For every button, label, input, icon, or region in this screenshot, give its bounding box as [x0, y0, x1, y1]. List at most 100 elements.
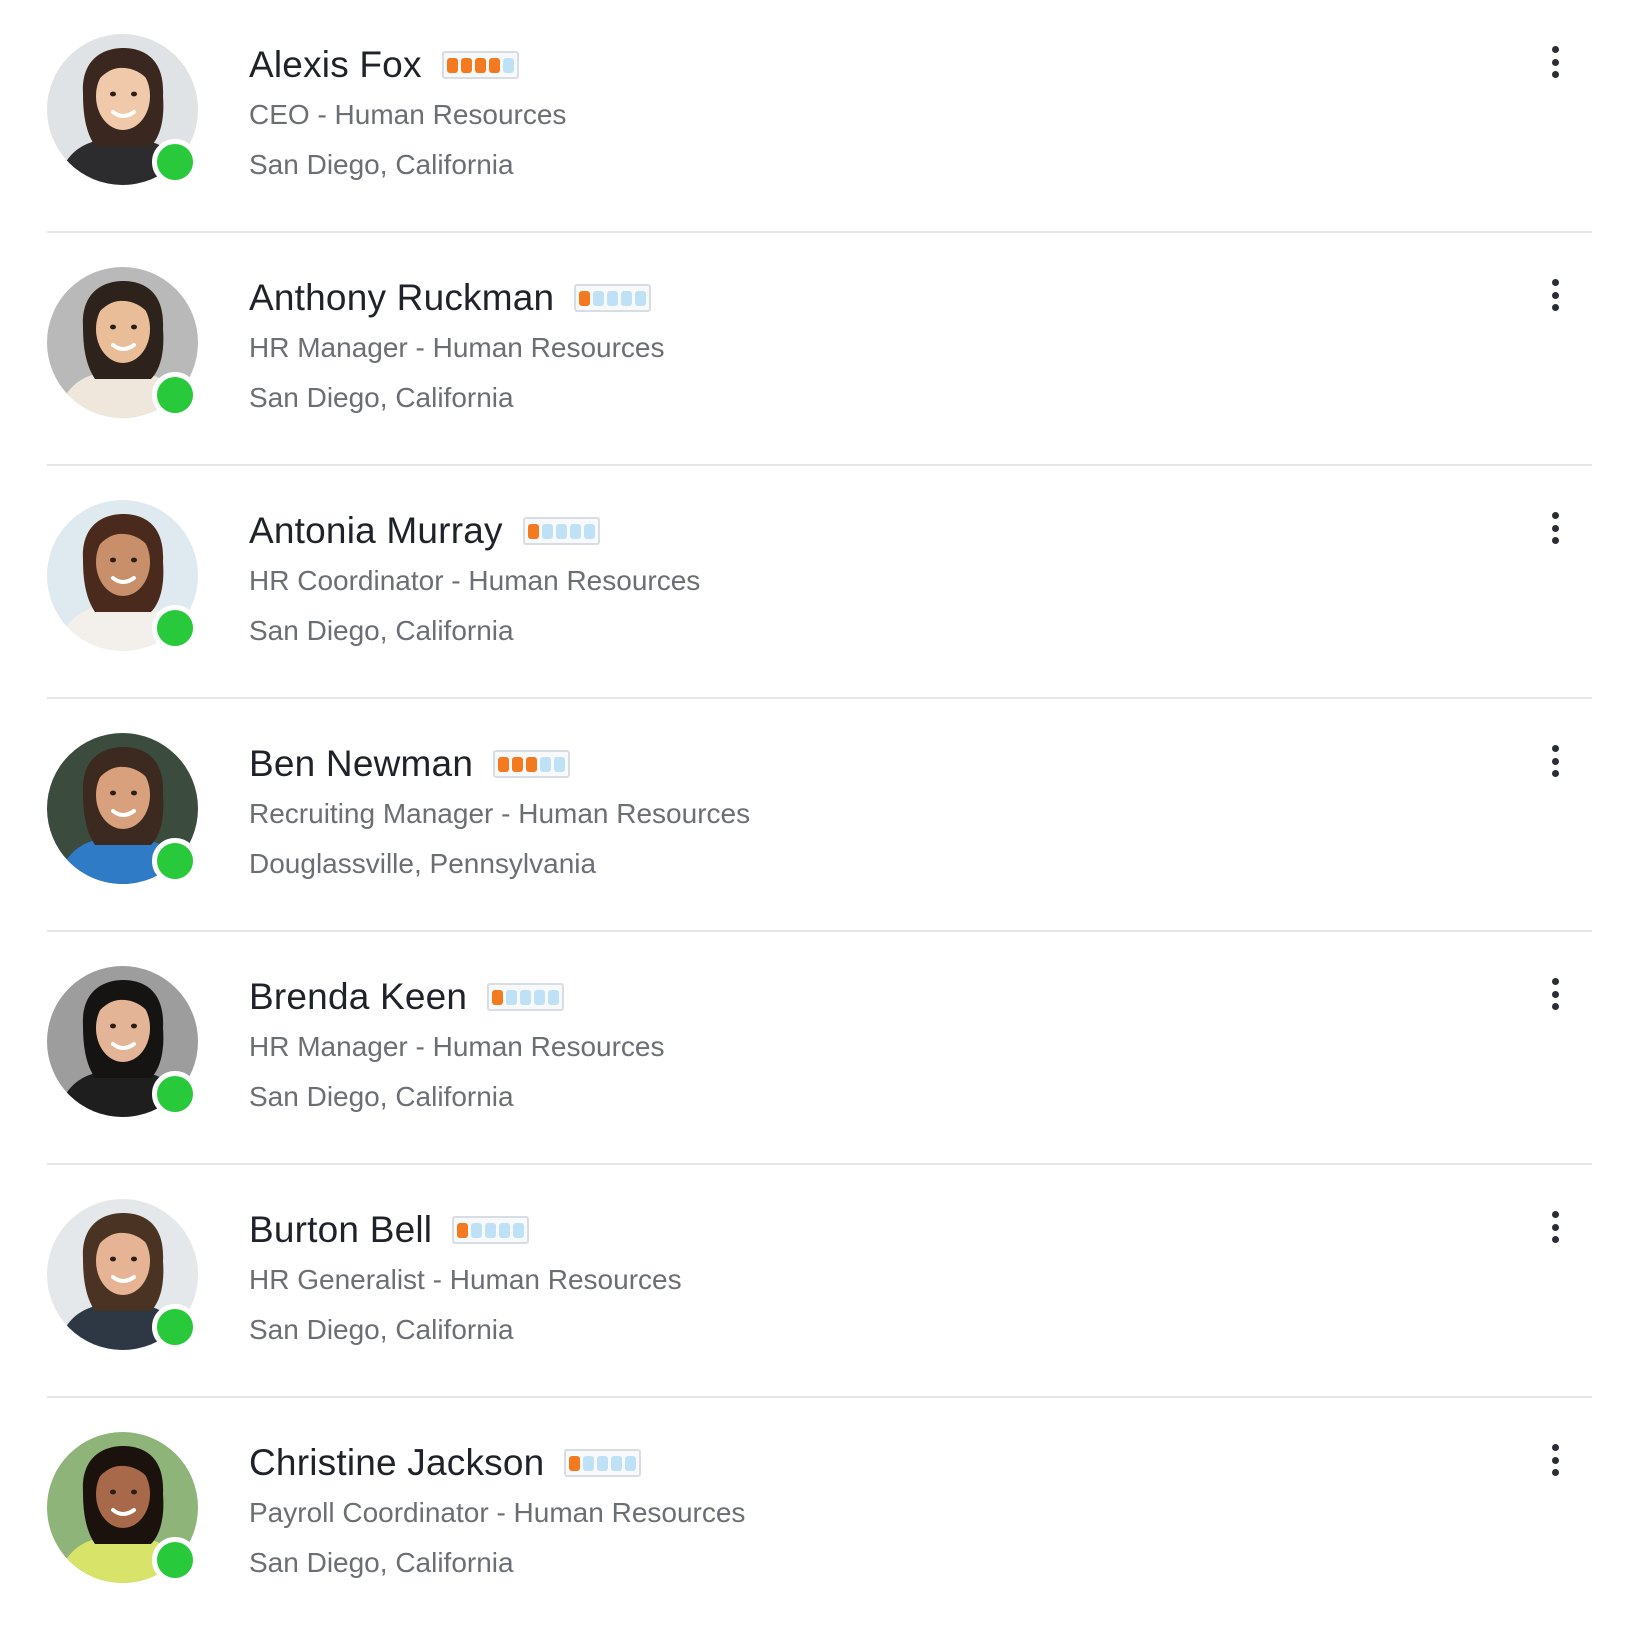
menu-dot — [1551, 304, 1559, 311]
menu-dot — [1551, 71, 1559, 78]
online-status-icon — [152, 139, 198, 185]
avatar-container[interactable] — [47, 966, 198, 1117]
avatar-container[interactable] — [47, 34, 198, 185]
menu-dot — [1551, 58, 1559, 66]
name-line: Alexis Fox — [249, 40, 566, 90]
person-info: Anthony Ruckman HR Manager - Human Resou… — [249, 273, 665, 423]
rating-pip — [457, 1222, 469, 1238]
name-line: Christine Jackson — [249, 1438, 745, 1488]
more-vertical-icon[interactable] — [1543, 978, 1567, 1010]
online-status-icon — [152, 1537, 198, 1583]
person-title: HR Manager - Human Resources — [249, 1031, 665, 1062]
rating-meter — [487, 983, 565, 1011]
person-title: HR Generalist - Human Resources — [249, 1264, 682, 1295]
rating-pip — [498, 756, 510, 772]
person-info: Antonia Murray HR Coordinator - Human Re… — [249, 506, 700, 656]
rating-pip — [526, 756, 538, 772]
online-status-icon — [152, 838, 198, 884]
rating-pip — [621, 290, 633, 306]
list-item[interactable]: Brenda Keen HR Manager - Human Resources… — [47, 932, 1592, 1165]
menu-dot — [1551, 770, 1559, 777]
list-item[interactable]: Ben Newman Recruiting Manager - Human Re… — [47, 699, 1592, 932]
more-vertical-icon[interactable] — [1543, 279, 1567, 311]
rating-pip — [506, 989, 518, 1005]
avatar-container[interactable] — [47, 733, 198, 884]
person-location: San Diego, California — [249, 1314, 514, 1345]
name-line: Brenda Keen — [249, 972, 665, 1022]
person-title: CEO - Human Resources — [249, 99, 567, 130]
rating-pip — [583, 523, 595, 539]
online-status-icon — [152, 1304, 198, 1350]
rating-pip — [625, 1455, 637, 1471]
person-name[interactable]: Christine Jackson — [249, 1442, 544, 1484]
rating-pip — [554, 756, 566, 772]
more-vertical-icon[interactable] — [1543, 1211, 1567, 1243]
rating-pip — [611, 1455, 623, 1471]
online-status-icon — [152, 1071, 198, 1117]
rating-pip — [541, 523, 553, 539]
menu-dot — [1551, 1211, 1559, 1218]
more-vertical-icon[interactable] — [1543, 46, 1567, 78]
more-vertical-icon[interactable] — [1543, 745, 1567, 777]
person-name[interactable]: Anthony Ruckman — [249, 277, 554, 319]
person-name[interactable]: Brenda Keen — [249, 976, 467, 1018]
rating-pip — [548, 989, 560, 1005]
rating-pip — [635, 290, 647, 306]
name-line: Anthony Ruckman — [249, 273, 665, 323]
person-info: Brenda Keen HR Manager - Human Resources… — [249, 972, 665, 1122]
rating-pip — [520, 989, 532, 1005]
name-line: Burton Bell — [249, 1205, 682, 1255]
name-line: Ben Newman — [249, 739, 750, 789]
person-location: Douglassville, Pennsylvania — [249, 848, 597, 879]
rating-pip — [534, 989, 546, 1005]
rating-pip — [512, 756, 524, 772]
menu-dot — [1551, 524, 1559, 532]
menu-dot — [1551, 1223, 1559, 1231]
menu-dot — [1551, 46, 1559, 53]
avatar-container[interactable] — [47, 500, 198, 651]
online-status-icon — [152, 605, 198, 651]
rating-pip — [569, 523, 581, 539]
rating-pip — [607, 290, 619, 306]
menu-dot — [1551, 537, 1559, 544]
list-item[interactable]: Christine Jackson Payroll Coordinator - … — [47, 1398, 1592, 1631]
more-vertical-icon[interactable] — [1543, 1444, 1567, 1476]
person-info: Burton Bell HR Generalist - Human Resour… — [249, 1205, 682, 1355]
person-name[interactable]: Antonia Murray — [249, 510, 503, 552]
menu-dot — [1551, 1444, 1559, 1451]
more-vertical-icon[interactable] — [1543, 512, 1567, 544]
person-info: Ben Newman Recruiting Manager - Human Re… — [249, 739, 750, 889]
menu-dot — [1551, 745, 1559, 752]
list-item[interactable]: Burton Bell HR Generalist - Human Resour… — [47, 1165, 1592, 1398]
list-item[interactable]: Alexis Fox CEO - Human Resources San Die… — [47, 0, 1592, 233]
rating-pip — [488, 57, 500, 73]
rating-meter — [441, 51, 519, 79]
rating-pip — [540, 756, 552, 772]
person-name[interactable]: Burton Bell — [249, 1209, 432, 1251]
person-title: HR Manager - Human Resources — [249, 332, 665, 363]
rating-pip — [474, 57, 486, 73]
menu-dot — [1551, 978, 1559, 985]
avatar-container[interactable] — [47, 1432, 198, 1583]
rating-pip — [527, 523, 539, 539]
rating-pip — [471, 1222, 483, 1238]
rating-meter — [574, 284, 652, 312]
person-location: San Diego, California — [249, 615, 514, 646]
menu-dot — [1551, 1236, 1559, 1243]
rating-pip — [485, 1222, 497, 1238]
person-name[interactable]: Alexis Fox — [249, 44, 422, 86]
person-title: Recruiting Manager - Human Resources — [249, 798, 751, 829]
person-name[interactable]: Ben Newman — [249, 743, 473, 785]
list-item[interactable]: Antonia Murray HR Coordinator - Human Re… — [47, 466, 1592, 699]
person-info: Christine Jackson Payroll Coordinator - … — [249, 1438, 745, 1588]
menu-dot — [1551, 291, 1559, 299]
avatar-container[interactable] — [47, 267, 198, 418]
rating-meter — [564, 1449, 642, 1477]
person-location: San Diego, California — [249, 1547, 514, 1578]
menu-dot — [1551, 1469, 1559, 1476]
rating-pip — [593, 290, 605, 306]
avatar-container[interactable] — [47, 1199, 198, 1350]
rating-meter — [452, 1216, 530, 1244]
list-item[interactable]: Anthony Ruckman HR Manager - Human Resou… — [47, 233, 1592, 466]
rating-pip — [499, 1222, 511, 1238]
